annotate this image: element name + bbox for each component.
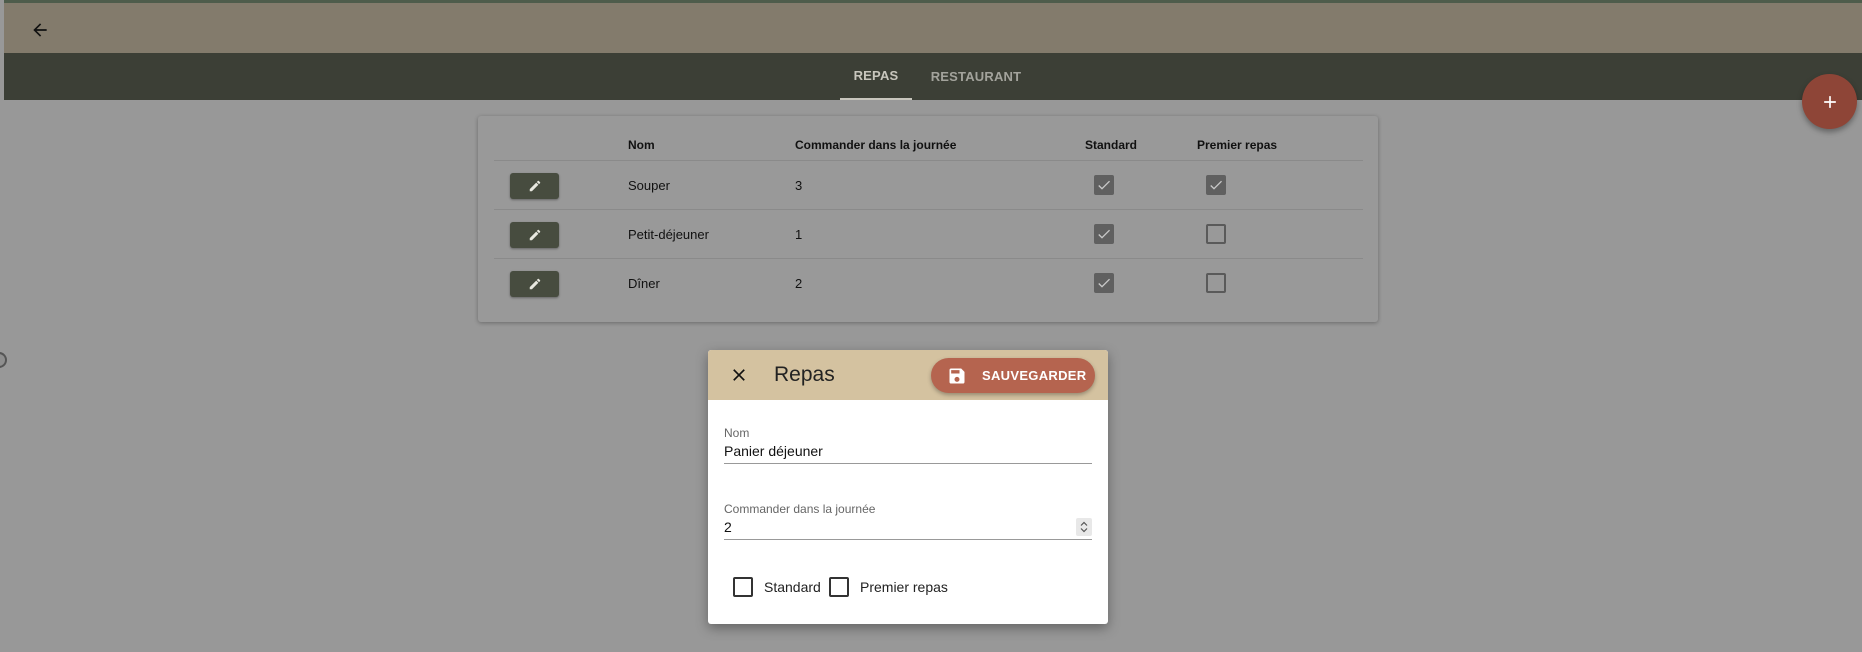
plus-icon bbox=[1823, 95, 1836, 108]
nom-input[interactable] bbox=[724, 438, 1092, 464]
back-button[interactable] bbox=[22, 14, 58, 46]
standard-checkbox[interactable] bbox=[1094, 175, 1114, 195]
dialog-title: Repas bbox=[774, 363, 835, 386]
edit-button[interactable] bbox=[510, 222, 559, 248]
number-spinner[interactable] bbox=[1076, 518, 1092, 536]
standard-option[interactable]: Standard bbox=[733, 577, 821, 597]
premier-repas-checkbox[interactable] bbox=[1206, 224, 1226, 244]
tab-restaurant[interactable]: RESTAURANT bbox=[924, 53, 1028, 100]
pencil-icon bbox=[529, 180, 540, 192]
check-icon bbox=[1098, 180, 1110, 190]
column-header-nom: Nom bbox=[628, 138, 655, 152]
table-row: Souper 3 bbox=[494, 160, 1363, 210]
add-button[interactable] bbox=[1802, 74, 1857, 129]
cell-commander: 1 bbox=[795, 227, 803, 242]
premier-repas-checkbox[interactable] bbox=[829, 577, 849, 597]
save-icon bbox=[949, 368, 965, 384]
meal-dialog: Repas SAUVEGARDER Nom Commander dans la … bbox=[708, 350, 1108, 624]
edit-button[interactable] bbox=[510, 271, 559, 297]
dialog-header: Repas SAUVEGARDER bbox=[708, 350, 1108, 400]
cell-nom: Dîner bbox=[628, 276, 660, 291]
edit-button[interactable] bbox=[510, 173, 559, 199]
drawer-handle[interactable] bbox=[0, 352, 7, 368]
tab-bar: REPAS RESTAURANT bbox=[4, 53, 1862, 100]
cell-nom: Petit-déjeuner bbox=[628, 227, 709, 242]
spinner-arrows-icon bbox=[1080, 521, 1088, 533]
save-button-label: SAUVEGARDER bbox=[982, 368, 1087, 383]
standard-checkbox-label: Standard bbox=[764, 579, 821, 595]
table-row: Dîner 2 bbox=[494, 258, 1363, 308]
top-app-bar bbox=[4, 0, 1862, 53]
column-header-premier-repas: Premier repas bbox=[1197, 138, 1278, 152]
standard-checkbox[interactable] bbox=[1094, 224, 1114, 244]
cell-nom: Souper bbox=[628, 178, 670, 193]
pencil-icon bbox=[529, 278, 540, 290]
premier-repas-checkbox[interactable] bbox=[1206, 175, 1226, 195]
premier-repas-checkbox-label: Premier repas bbox=[860, 579, 948, 595]
check-icon bbox=[1210, 180, 1222, 190]
cell-commander: 2 bbox=[795, 276, 803, 291]
arrow-left-icon bbox=[33, 23, 47, 37]
cell-commander: 3 bbox=[795, 178, 803, 193]
commander-input[interactable] bbox=[724, 514, 1092, 540]
column-header-commander: Commander dans la journée bbox=[795, 138, 957, 152]
tab-repas[interactable]: REPAS bbox=[840, 53, 912, 100]
close-button[interactable] bbox=[728, 364, 750, 386]
standard-checkbox[interactable] bbox=[733, 577, 753, 597]
table-row: Petit-déjeuner 1 bbox=[494, 209, 1363, 259]
column-header-standard: Standard bbox=[1085, 138, 1138, 152]
standard-checkbox[interactable] bbox=[1094, 273, 1114, 293]
check-icon bbox=[1098, 278, 1110, 288]
save-button[interactable]: SAUVEGARDER bbox=[931, 358, 1095, 393]
close-icon bbox=[733, 369, 745, 381]
check-icon bbox=[1098, 229, 1110, 239]
pencil-icon bbox=[529, 229, 540, 241]
premier-repas-option[interactable]: Premier repas bbox=[829, 577, 948, 597]
premier-repas-checkbox[interactable] bbox=[1206, 273, 1226, 293]
meals-table: Nom Commander dans la journée Standard P… bbox=[478, 116, 1378, 322]
